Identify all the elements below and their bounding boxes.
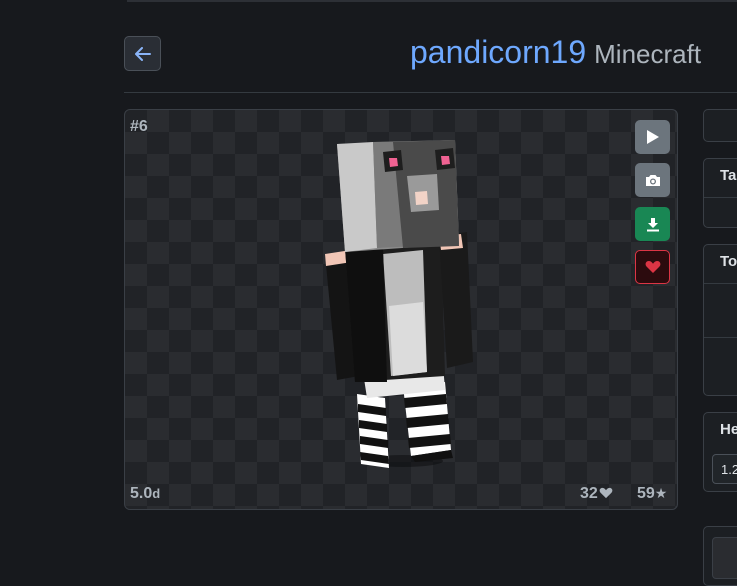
screenshot-button[interactable] [635,163,670,197]
skin-viewer[interactable]: #6 5.0d 32 59★ [124,109,678,510]
download-icon [646,217,659,231]
heart-icon [645,260,660,273]
arrow-left-icon [134,46,151,61]
skin-name: pandicorn19 [410,34,587,70]
top-border-line [127,0,737,2]
header-divider [124,92,737,93]
heart-icon [599,487,613,499]
rank-label: #6 [130,118,148,135]
page-title: pandicorn19 Minecraft [410,34,701,71]
download-button[interactable] [635,207,670,241]
back-button[interactable] [124,36,161,71]
play-icon [646,130,659,144]
sidebar-action-button[interactable] [703,109,737,142]
top-card-row [704,337,737,338]
skin-model[interactable] [323,136,475,476]
camera-icon [645,174,660,186]
height-card: He 1.2 [703,412,737,492]
age-value: 5.0 [130,485,153,502]
height-input[interactable]: 1.2 [712,454,737,484]
top-heading: To [704,245,737,284]
stars-value: 59 [637,485,655,502]
play-animation-button[interactable] [635,120,670,154]
star-icon: ★ [654,485,668,501]
tags-heading: Ta [704,159,737,198]
bottom-card [703,526,737,586]
favorite-button[interactable] [635,250,670,284]
tags-card: Ta [703,158,737,228]
page-subtitle: Minecraft [594,39,702,69]
age-unit: d [152,486,161,501]
top-card: To [703,244,737,396]
bottom-card-thumbnail[interactable] [712,537,737,579]
likes-value: 32 [580,485,598,502]
likes-count: 32 [580,485,613,503]
skin-age: 5.0d [130,485,160,503]
height-heading: He [720,421,737,438]
stars-count: 59★ [637,485,667,503]
